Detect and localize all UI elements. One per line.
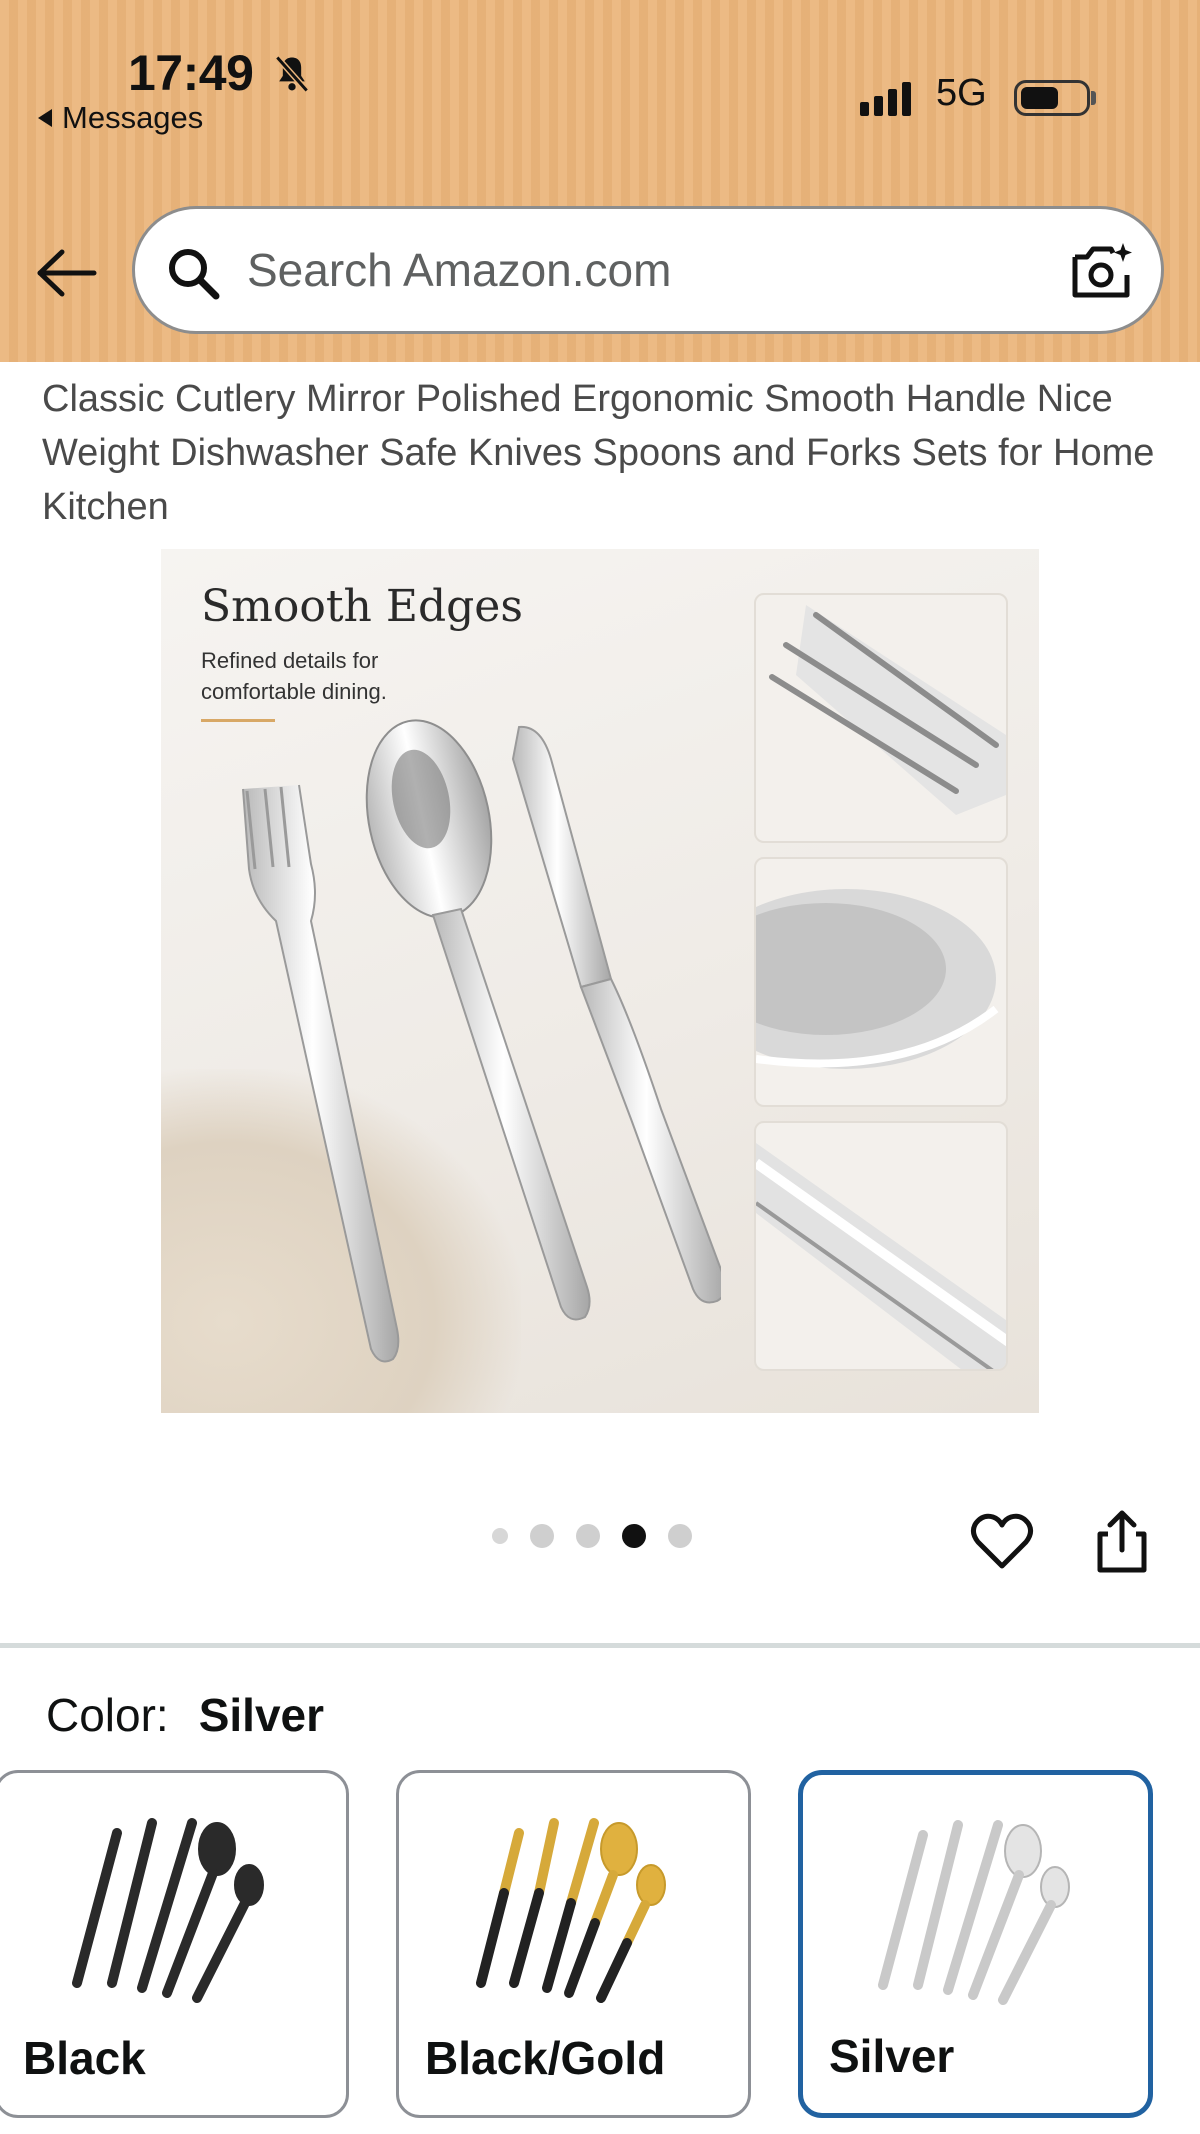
swatch-silver-selected[interactable]: Silver — [798, 1770, 1153, 2118]
bell-slash-icon — [275, 55, 309, 93]
battery-icon — [1014, 80, 1090, 116]
section-divider — [0, 1643, 1200, 1648]
search-icon — [169, 249, 220, 300]
carousel-dot-3[interactable] — [576, 1524, 600, 1548]
inset-spoon-detail — [754, 857, 1008, 1107]
camera-search-icon[interactable] — [1069, 239, 1135, 301]
swatch-label-black-gold: Black/Gold — [425, 2032, 666, 2084]
swatch-black[interactable]: Black — [0, 1770, 349, 2118]
swatch-label-silver: Silver — [829, 2030, 955, 2082]
search-input[interactable] — [247, 233, 1027, 307]
carousel-dot-5[interactable] — [668, 1524, 692, 1548]
fork-graphic — [242, 784, 400, 1363]
color-selector-label: Color: Silver — [46, 1688, 324, 1742]
battery-cap — [1091, 91, 1096, 105]
carousel-dots[interactable] — [492, 1524, 692, 1548]
carousel-dot-4-active[interactable] — [622, 1524, 646, 1548]
network-label: 5G — [936, 72, 987, 114]
color-label: Color: — [46, 1689, 169, 1741]
heart-icon[interactable] — [970, 1510, 1034, 1574]
swatch-black-gold[interactable]: Black/Gold — [396, 1770, 751, 2118]
black-cutlery-thumbnail — [72, 1818, 264, 2003]
silver-cutlery-thumbnail — [878, 1820, 1070, 2005]
search-bar[interactable] — [132, 206, 1164, 334]
carousel-dot-1[interactable] — [492, 1528, 508, 1544]
cutlery-illustration — [242, 719, 721, 1363]
app-header: 17:49 Messages 5G — [0, 0, 1200, 362]
inset-handle-detail — [754, 1121, 1008, 1371]
back-arrow-icon[interactable] — [34, 248, 98, 298]
inset-fork-detail — [754, 593, 1008, 843]
signal-icon — [860, 76, 911, 116]
back-triangle-icon — [38, 109, 52, 127]
black-gold-cutlery-thumbnail — [476, 1818, 666, 2003]
share-icon[interactable] — [1092, 1508, 1152, 1574]
product-image[interactable]: Smooth Edges Refined details for comfort… — [161, 549, 1039, 1413]
status-time: 17:49 — [128, 45, 254, 101]
swatch-label-black: Black — [23, 2032, 146, 2084]
back-to-messages[interactable]: Messages — [38, 100, 203, 136]
color-selected-value: Silver — [198, 1689, 325, 1741]
back-app-label: Messages — [62, 100, 204, 135]
carousel-dot-2[interactable] — [530, 1524, 554, 1548]
product-title[interactable]: Classic Cutlery Mirror Polished Ergonomi… — [42, 372, 1162, 534]
